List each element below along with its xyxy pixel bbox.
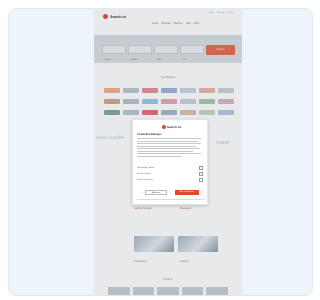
checkbox-icon [199, 165, 203, 170]
modal-logo: Search.ch [162, 125, 181, 129]
decline-button[interactable]: Ablehnen [145, 190, 167, 195]
modal-body-text [137, 138, 201, 158]
cookie-consent-modal: Search.ch Cookie-Einstellungen Notwendig… [132, 119, 208, 205]
website-screenshot: Search.ch Login Deutsch Suche Autos Moto… [94, 9, 242, 295]
consent-option[interactable]: Statistik-Cookies [137, 171, 203, 176]
consent-option[interactable]: Notwendige Cookies [137, 165, 203, 170]
logo-mark-icon [162, 125, 166, 129]
accept-all-button[interactable]: Alle akzeptieren [175, 190, 199, 195]
modal-footer-line [137, 199, 205, 200]
consent-option[interactable]: Marketing-Cookies [137, 177, 203, 182]
screenshot-card: Search.ch Login Deutsch Suche Autos Moto… [8, 8, 313, 296]
checkbox-icon [199, 177, 203, 182]
checkbox-icon [199, 171, 203, 176]
modal-title: Cookie-Einstellungen [137, 133, 162, 136]
modal-logo-text: Search.ch [167, 125, 182, 129]
